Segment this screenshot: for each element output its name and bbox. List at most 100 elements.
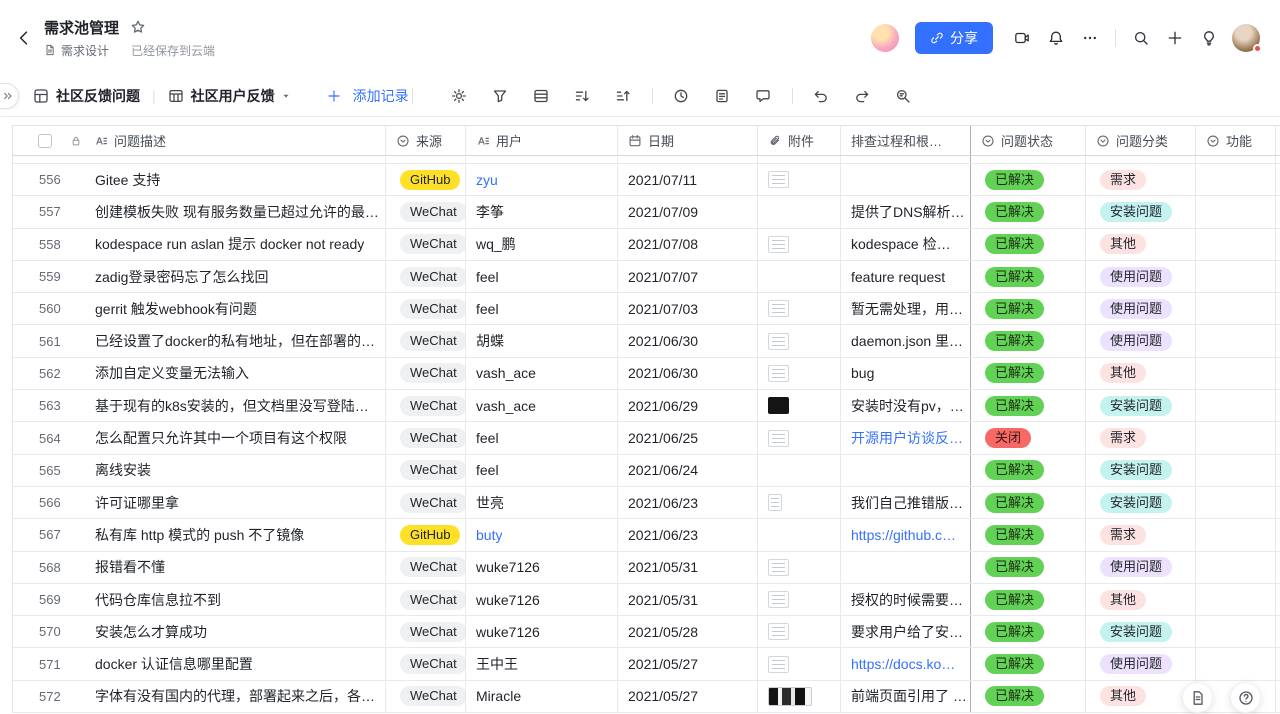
cell-date[interactable]: 2021/06/30 <box>618 357 758 390</box>
cell-func[interactable] <box>1196 228 1276 260</box>
comment-button[interactable] <box>748 81 778 111</box>
cell-user[interactable]: 胡蝶 <box>466 325 618 357</box>
cell-desc[interactable]: 565 离线安装 <box>13 454 386 486</box>
attachment-thumbnail[interactable] <box>768 171 789 189</box>
cell-process[interactable]: 授权的时候需要… <box>841 583 971 616</box>
plus-button[interactable] <box>1158 21 1192 55</box>
cell-attachment[interactable] <box>758 486 841 519</box>
search-button[interactable] <box>1124 21 1158 55</box>
column-header-date[interactable]: 日期 <box>618 126 758 155</box>
cell-category[interactable]: 使用问题 <box>1086 293 1196 325</box>
row-number[interactable]: 560 <box>39 301 95 316</box>
cell-attachment[interactable] <box>758 325 841 357</box>
cell-attachment[interactable] <box>758 680 841 713</box>
row-number[interactable]: 566 <box>39 495 95 510</box>
cell-status[interactable]: 已解决 <box>971 680 1086 713</box>
cell-source[interactable]: WeChat <box>386 583 466 616</box>
row-number[interactable]: 562 <box>39 366 95 381</box>
cell-user[interactable]: wuke7126 <box>466 616 618 648</box>
attachment-thumbnail[interactable] <box>768 429 789 447</box>
attachment-thumbnail[interactable] <box>768 623 789 641</box>
column-header-user[interactable]: 用户 <box>466 126 618 155</box>
cell-status[interactable]: 已解决 <box>971 357 1086 390</box>
row-number[interactable]: 564 <box>39 431 95 446</box>
cell-func[interactable] <box>1196 196 1276 228</box>
cell-attachment[interactable] <box>758 551 841 583</box>
cell-attachment[interactable] <box>758 164 841 196</box>
cell-desc[interactable]: 570 安装怎么才算成功 <box>13 616 386 648</box>
row-number[interactable]: 559 <box>39 269 95 284</box>
cell-category[interactable]: 需求 <box>1086 422 1196 454</box>
cell-category[interactable]: 需求 <box>1086 519 1196 551</box>
redo-button[interactable] <box>847 81 877 111</box>
cell-user[interactable]: buty <box>466 519 618 551</box>
row-number[interactable]: 570 <box>39 624 95 639</box>
cell-user[interactable]: wuke7126 <box>466 551 618 583</box>
cell-func[interactable] <box>1196 648 1276 680</box>
process-link[interactable]: https://docs.ko… <box>851 656 955 672</box>
cell-date[interactable]: 2021/06/24 <box>618 454 758 486</box>
cell-user[interactable]: feel <box>466 260 618 293</box>
cell-category[interactable]: 其他 <box>1086 680 1196 713</box>
cell-process[interactable]: https://github.c… <box>841 519 971 551</box>
cell-status[interactable]: 已解决 <box>971 164 1086 196</box>
cell-category[interactable]: 安装问题 <box>1086 196 1196 228</box>
cell-desc[interactable]: 566 许可证哪里拿 <box>13 486 386 519</box>
chevron-down-icon[interactable] <box>280 90 292 102</box>
cell-status[interactable]: 已解决 <box>971 260 1086 293</box>
cell-desc[interactable]: 562 添加自定义变量无法输入 <box>13 357 386 390</box>
cell-func[interactable] <box>1196 486 1276 519</box>
cell-source[interactable]: GitHub <box>386 519 466 551</box>
cell-source[interactable]: WeChat <box>386 551 466 583</box>
cell-source[interactable]: WeChat <box>386 260 466 293</box>
cell-process[interactable] <box>841 454 971 486</box>
cell-user[interactable]: vash_ace <box>466 357 618 390</box>
form-button[interactable] <box>707 81 737 111</box>
cell-user[interactable]: feel <box>466 422 618 454</box>
sort-button[interactable] <box>567 81 597 111</box>
cell-process[interactable]: kodespace 检… <box>841 228 971 260</box>
cell-category[interactable]: 使用问题 <box>1086 551 1196 583</box>
cell-source[interactable]: WeChat <box>386 422 466 454</box>
base-name[interactable]: 社区反馈问题 <box>56 86 140 106</box>
bulb-button[interactable] <box>1192 21 1226 55</box>
cell-attachment[interactable] <box>758 260 841 293</box>
cell-process[interactable]: daemon.json 里… <box>841 325 971 357</box>
back-button[interactable] <box>10 24 38 52</box>
column-header-category[interactable]: 问题分类 <box>1086 126 1196 155</box>
cell-category[interactable]: 安装问题 <box>1086 616 1196 648</box>
cell-func[interactable] <box>1196 357 1276 390</box>
cell-user[interactable]: 世亮 <box>466 486 618 519</box>
cell-date[interactable]: 2021/05/31 <box>618 551 758 583</box>
row-number[interactable]: 572 <box>39 689 95 704</box>
cell-status[interactable]: 已解决 <box>971 454 1086 486</box>
cell-source[interactable]: WeChat <box>386 680 466 713</box>
cell-process[interactable]: 提供了DNS解析… <box>841 196 971 228</box>
cell-source[interactable]: WeChat <box>386 648 466 680</box>
cell-date[interactable]: 2021/06/29 <box>618 390 758 422</box>
row-number[interactable]: 563 <box>39 398 95 413</box>
cell-status[interactable]: 已解决 <box>971 196 1086 228</box>
cell-func[interactable] <box>1196 422 1276 454</box>
help-float-button[interactable] <box>1230 682 1261 713</box>
cell-func[interactable] <box>1196 325 1276 357</box>
cell-status[interactable]: 已解决 <box>971 551 1086 583</box>
cell-attachment[interactable] <box>758 422 841 454</box>
cell-user[interactable]: feel <box>466 293 618 325</box>
cell-user[interactable]: feel <box>466 454 618 486</box>
cell-source[interactable]: WeChat <box>386 325 466 357</box>
collaborator-avatar[interactable] <box>871 23 899 52</box>
cell-process[interactable] <box>841 164 971 196</box>
process-link[interactable]: https://github.c… <box>851 527 956 543</box>
cell-date[interactable]: 2021/06/25 <box>618 422 758 454</box>
cell-source[interactable]: WeChat <box>386 616 466 648</box>
form-float-button[interactable] <box>1182 682 1213 713</box>
cell-func[interactable] <box>1196 164 1276 196</box>
cell-attachment[interactable] <box>758 390 841 422</box>
cell-user[interactable]: 王中王 <box>466 648 618 680</box>
cell-category[interactable]: 其他 <box>1086 357 1196 390</box>
cell-status[interactable]: 已解决 <box>971 616 1086 648</box>
meeting-button[interactable] <box>1005 21 1039 55</box>
cell-user[interactable]: 李筝 <box>466 196 618 228</box>
cell-status[interactable]: 已解决 <box>971 325 1086 357</box>
